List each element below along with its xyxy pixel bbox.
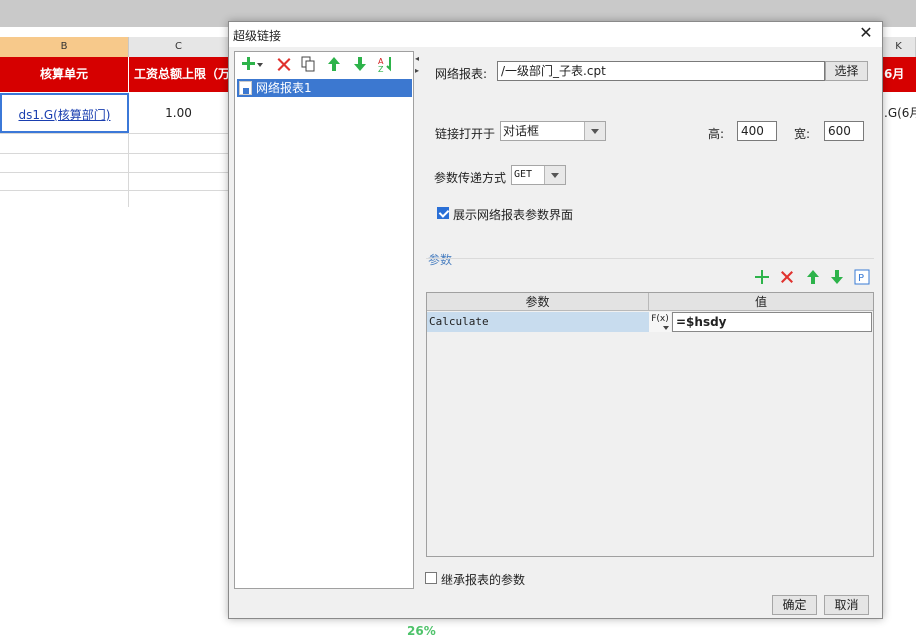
select-button[interactable]: 选择 — [825, 61, 868, 81]
grid-line — [0, 190, 229, 191]
cancel-button[interactable]: 取消 — [824, 595, 869, 615]
sort-icon[interactable]: AZ — [377, 55, 395, 73]
width-input[interactable]: 600 — [824, 121, 864, 141]
selected-cell-b2[interactable]: ds1.G(核算部门) — [0, 93, 129, 133]
value-column-header[interactable]: 值 — [649, 293, 873, 311]
show-params-checkbox[interactable] — [437, 207, 449, 219]
header-cell-c[interactable]: 工资总额上限（万 — [129, 57, 229, 92]
inherit-params-checkbox[interactable] — [425, 572, 437, 584]
param-mode-value: GET — [514, 169, 533, 180]
param-p-icon[interactable]: P — [854, 269, 870, 285]
width-label: 宽: — [794, 127, 811, 141]
panel-splitter[interactable]: ◂ ▸ — [415, 51, 420, 589]
svg-text:Z: Z — [378, 65, 384, 73]
cell-b2-text: ds1.G(核算部门) — [18, 108, 111, 122]
collapse-left-icon[interactable]: ◂ — [415, 54, 419, 63]
move-up-icon[interactable] — [805, 269, 821, 285]
open-in-select[interactable]: 对话框 — [500, 121, 606, 141]
param-value-cell[interactable]: =$hsdy — [672, 312, 872, 332]
grid-line — [0, 133, 229, 134]
show-params-label: 展示网络报表参数界面 — [453, 208, 574, 222]
column-header-b[interactable]: B — [0, 37, 129, 57]
column-header-k[interactable]: K — [882, 37, 916, 57]
copy-icon[interactable] — [299, 55, 317, 73]
ok-button[interactable]: 确定 — [772, 595, 817, 615]
link-list-toolbar: AZ — [235, 52, 413, 76]
header-cell-b[interactable]: 核算单元 — [0, 57, 129, 92]
dialog-titlebar[interactable]: 超级链接 ✕ — [229, 22, 882, 47]
height-label: 高: — [708, 127, 725, 141]
param-mode-select[interactable]: GET — [511, 165, 566, 185]
chevron-down-icon[interactable] — [584, 122, 605, 140]
link-list-panel: AZ 网络报表1 — [234, 51, 414, 589]
delete-icon[interactable] — [275, 55, 293, 73]
header-cell-k[interactable]: 6月 — [882, 57, 916, 92]
report-label: 网络报表: — [435, 67, 488, 81]
cell-c2[interactable]: 1.00 — [129, 93, 229, 133]
inherit-params-label: 继承报表的参数 — [441, 573, 526, 587]
expand-right-icon[interactable]: ▸ — [415, 66, 419, 75]
background-percent-text: 26% — [407, 624, 436, 638]
params-table: 参数 值 Calculate F(x) =$hsdy — [426, 292, 874, 557]
dialog-title: 超级链接 — [233, 29, 282, 43]
link-list-item[interactable]: 网络报表1 — [237, 79, 412, 97]
move-down-icon[interactable] — [829, 269, 845, 285]
link-list-item-label: 网络报表1 — [256, 81, 312, 95]
chevron-down-icon[interactable] — [544, 166, 565, 184]
report-file-icon — [239, 81, 252, 95]
param-mode-label: 参数传递方式 — [434, 171, 507, 185]
delete-param-icon[interactable] — [779, 269, 795, 285]
hyperlink-dialog: 超级链接 ✕ AZ 网络报表1 ◂ ▸ 网络报表: /一级部门_子表.cpt 选… — [228, 21, 883, 619]
move-up-icon[interactable] — [325, 55, 343, 73]
open-in-value: 对话框 — [503, 124, 540, 138]
params-group-label: 参数 — [428, 253, 453, 267]
add-param-icon[interactable] — [754, 269, 770, 285]
chevron-down-icon[interactable] — [255, 55, 265, 73]
open-in-label: 链接打开于 — [435, 127, 496, 141]
grid-line — [0, 153, 229, 154]
column-header-c[interactable]: C — [129, 37, 229, 57]
param-name-cell[interactable]: Calculate — [427, 312, 649, 332]
move-down-icon[interactable] — [351, 55, 369, 73]
cell-k2[interactable]: .G(6月 — [882, 93, 916, 133]
svg-text:P: P — [858, 273, 864, 284]
formula-button[interactable]: F(x) — [649, 312, 671, 332]
height-input[interactable]: 400 — [737, 121, 777, 141]
group-divider — [426, 258, 874, 259]
grid-line — [0, 172, 229, 173]
report-path-field[interactable]: /一级部门_子表.cpt — [497, 61, 825, 81]
params-column-header[interactable]: 参数 — [427, 293, 649, 311]
grid-line-vertical — [128, 133, 129, 207]
close-icon[interactable]: ✕ — [858, 25, 874, 41]
